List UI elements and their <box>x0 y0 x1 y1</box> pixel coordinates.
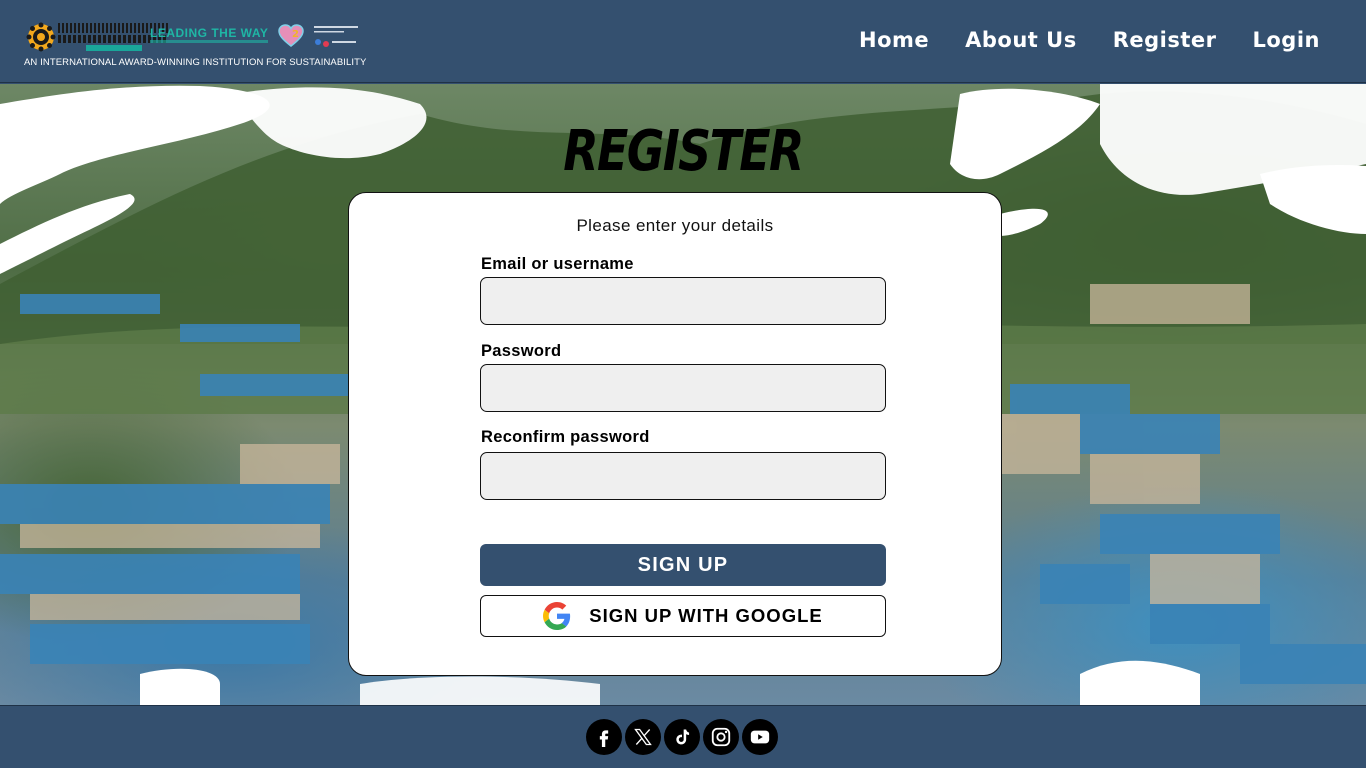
sign-up-with-google-button[interactable]: SIGN UP WITH GOOGLE <box>480 595 886 637</box>
x-icon[interactable] <box>625 719 661 755</box>
nav-home[interactable]: Home <box>859 28 929 52</box>
instagram-icon[interactable] <box>703 719 739 755</box>
register-card: Please enter your details Email or usern… <box>348 192 1002 676</box>
logo-lead-underline <box>150 40 268 43</box>
tiktok-icon[interactable] <box>664 719 700 755</box>
nav-about-us[interactable]: About Us <box>965 28 1077 52</box>
google-button-label: SIGN UP WITH GOOGLE <box>589 605 823 626</box>
email-field[interactable] <box>480 277 886 325</box>
youtube-icon[interactable] <box>742 719 778 755</box>
password-label: Password <box>481 342 562 360</box>
logo-graphics: LEADING THE WAY 2 <box>24 18 360 54</box>
sign-up-button[interactable]: SIGN UP <box>480 544 886 586</box>
reconfirm-password-field[interactable] <box>480 452 886 500</box>
top-header: LEADING THE WAY 2 AN INTERNATIONAL AWARD… <box>0 0 1366 83</box>
main-nav: Home About Us Register Login <box>859 28 1320 52</box>
facebook-icon[interactable] <box>586 719 622 755</box>
nav-login[interactable]: Login <box>1253 28 1321 52</box>
reconfirm-password-label: Reconfirm password <box>481 428 650 446</box>
social-links <box>586 719 778 755</box>
heart-icon: 2 <box>278 24 304 47</box>
form-subtitle: Please enter your details <box>576 216 774 235</box>
footer <box>0 705 1366 768</box>
logo-tagline: AN INTERNATIONAL AWARD-WINNING INSTITUTI… <box>24 57 367 68</box>
emblem-icon <box>26 22 56 52</box>
email-label: Email or username <box>481 255 634 273</box>
nav-register[interactable]: Register <box>1113 28 1217 52</box>
google-icon <box>543 602 571 630</box>
svg-text:2: 2 <box>292 29 299 40</box>
page-title: REGISTER <box>563 119 804 184</box>
sdg-badges-icon <box>314 26 358 47</box>
university-logo[interactable]: LEADING THE WAY 2 AN INTERNATIONAL AWARD… <box>24 18 366 70</box>
password-field[interactable] <box>480 364 886 412</box>
logo-lead-text: LEADING THE WAY <box>150 26 269 40</box>
